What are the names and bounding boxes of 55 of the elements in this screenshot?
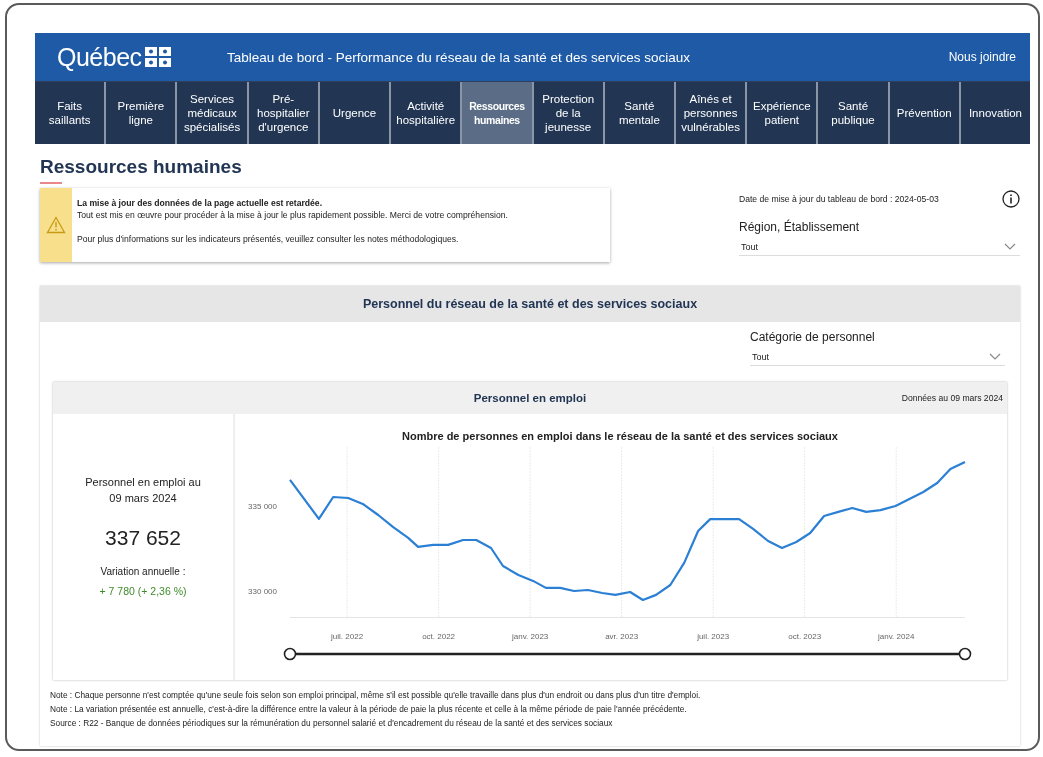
y-tick-label: 335 000 (248, 501, 277, 511)
nav-tab[interactable]: Innovation (960, 82, 1031, 144)
x-tick-label: avr. 2023 (605, 632, 639, 641)
nav-tab[interactable]: Aînés et personnes vulnérables (675, 82, 746, 144)
variation-value: + 7 780 (+ 2,36 %) (98, 585, 188, 597)
info-icon[interactable] (1002, 190, 1020, 208)
x-tick-label: janv. 2024 (878, 632, 915, 641)
x-tick-label: oct. 2023 (788, 632, 822, 641)
title-underline (40, 182, 62, 184)
dashboard-title: Tableau de bord - Performance du réseau de la santé et des services sociaux (227, 49, 691, 65)
filter-label: Région, Établissement (739, 220, 861, 234)
y-tick-label: 330 000 (248, 586, 277, 596)
category-dropdown[interactable]: Tout (750, 348, 1005, 366)
x-tick-label: juil. 2023 (697, 632, 730, 641)
data-date: Données au 09 mars 2024 (901, 393, 1003, 403)
nav-tab[interactable]: Services médicaux spécialisés (177, 82, 247, 144)
kpi-value: 337 652 (104, 526, 182, 550)
update-date: Date de mise à jour du tableau de bord : 2024-05-03 (739, 194, 939, 204)
nav-tab[interactable]: Santé mentale (604, 82, 674, 144)
alert-text: Tout est mis en œuvre pour procéder à la mise à jour le plus rapidement possible. Merci de votre compréhension. (77, 209, 508, 221)
section-header: Personnel du réseau de la santé et des services sociaux (40, 286, 1020, 322)
x-tick-label: juil. 2022 (331, 632, 364, 641)
footnote: Note : Chaque personne n'est comptée qu'une seule fois selon son emploi principal, même s'il est possible qu'elle travaille dans plus d'un endroit ou dans plus d'un titre d'emploi. (50, 689, 702, 702)
contact-link[interactable]: Nous joindre (948, 50, 1016, 64)
chevron-down-icon (1004, 242, 1016, 251)
chevron-down-icon (989, 352, 1001, 361)
logo-text: Québec (57, 42, 142, 72)
nav-tab[interactable]: Expérience patient (747, 82, 817, 144)
dropdown-value: Tout (752, 351, 769, 362)
warning-icon (46, 216, 66, 234)
footnote: Source : R22 - Banque de données périodiques sur la rémunération du personnel salarié et d'encadrement du réseau de la santé et des services sociaux (50, 717, 614, 730)
nav-tab[interactable]: Pré-hospitalier d'urgence (248, 82, 318, 144)
nav-tab[interactable]: Ressources humaines (462, 82, 532, 144)
nav-tab[interactable]: Activité hospitalière (391, 82, 461, 144)
filter-label: Catégorie de personnel (750, 330, 876, 344)
range-slider[interactable] (283, 647, 972, 661)
nav-tab[interactable]: Prévention (889, 82, 959, 144)
variation-label: Variation annuelle : (99, 566, 187, 577)
region-dropdown[interactable]: Tout (739, 238, 1020, 256)
flag-icon (144, 47, 171, 67)
footnote: Note : La variation présentée est annuelle, c'est-à-dire la différence entre la valeur à la période de paie la plus récente et celle à la même période de paie l'année précédente. (50, 703, 688, 716)
page-title: Ressources humaines (40, 156, 243, 178)
chart-title: Nombre de personnes en emploi dans le réseau de la santé et des services sociaux (402, 430, 838, 442)
nav-tab[interactable]: Première ligne (106, 82, 176, 144)
alert-text: Pour plus d'informations sur les indicateurs présentés, veuillez consulter les notes méthodologiques. (77, 233, 460, 245)
panel-title: Personnel en emploi (473, 392, 587, 404)
nav-tab[interactable]: Santé publique (818, 82, 888, 144)
nav-tab[interactable]: Protection de la jeunesse (533, 82, 603, 144)
alert-heading: La mise à jour des données de la page actuelle est retardée. (77, 197, 324, 209)
dropdown-value: Tout (741, 241, 758, 252)
x-tick-label: oct. 2022 (422, 632, 456, 641)
nav-tab[interactable]: Faits saillants (35, 82, 105, 144)
nav-tab[interactable]: Urgence (319, 82, 390, 144)
kpi-label: Personnel en emploi au 09 mars 2024 (84, 475, 202, 506)
x-tick-label: janv. 2023 (511, 632, 549, 641)
